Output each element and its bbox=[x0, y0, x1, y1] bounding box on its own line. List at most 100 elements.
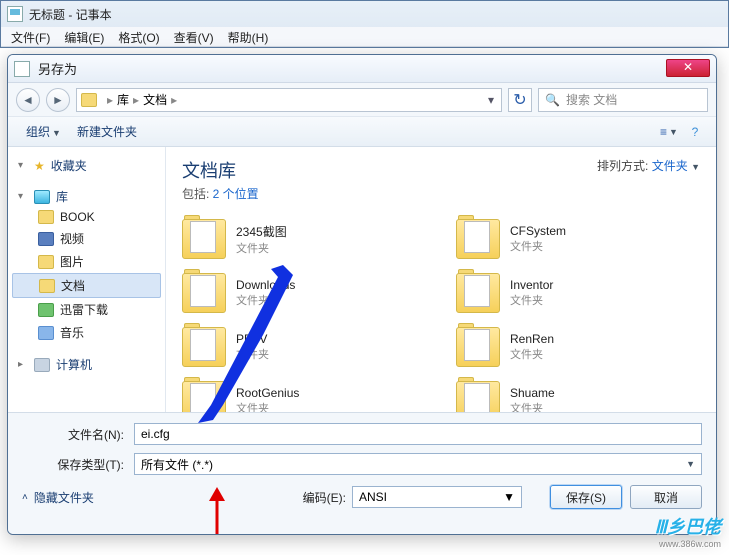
sidebar-item-documents[interactable]: 文档 bbox=[12, 273, 161, 298]
organize-button[interactable]: 组织▼ bbox=[18, 120, 69, 143]
folder-icon bbox=[456, 327, 500, 367]
menu-view[interactable]: 查看(V) bbox=[168, 27, 220, 46]
folder-type: 文件夹 bbox=[236, 292, 295, 308]
bottom-panel: 文件名(N): 保存类型(T): 所有文件 (*.*) ▼ ˄ 隐藏文件夹 编码… bbox=[8, 412, 716, 534]
folder-item[interactable]: 2345截图文件夹 bbox=[182, 214, 426, 264]
sidebar-item-pictures[interactable]: 图片 bbox=[8, 250, 165, 273]
cancel-button[interactable]: 取消 bbox=[630, 485, 702, 509]
folder-item[interactable]: CFSystem文件夹 bbox=[456, 214, 700, 264]
folder-type: 文件夹 bbox=[510, 238, 566, 254]
view-options-button[interactable]: ≡▼ bbox=[658, 121, 680, 143]
notepad-menubar: 文件(F) 编辑(E) 格式(O) 查看(V) 帮助(H) bbox=[1, 27, 728, 47]
download-icon bbox=[38, 303, 54, 317]
folder-icon bbox=[182, 219, 226, 259]
sidebar: ▾ ★ 收藏夹 ▾ 库 BOOK 视频 图片 文档 迅雷下载 音乐 bbox=[8, 147, 166, 412]
folder-type: 文件夹 bbox=[510, 346, 554, 362]
chevron-down-icon: ▼ bbox=[686, 459, 695, 469]
dialog-icon bbox=[14, 61, 30, 77]
nav-back-button[interactable]: ◄ bbox=[16, 88, 40, 112]
encoding-label: 编码(E): bbox=[303, 489, 346, 506]
folder-icon bbox=[182, 381, 226, 412]
sidebar-computer[interactable]: ▸ 计算机 bbox=[8, 354, 165, 375]
pictures-icon bbox=[38, 255, 54, 269]
folder-item[interactable]: PPTV文件夹 bbox=[182, 322, 426, 372]
notepad-window: 无标题 - 记事本 文件(F) 编辑(E) 格式(O) 查看(V) 帮助(H) bbox=[0, 0, 729, 48]
folder-item[interactable]: Downloads文件夹 bbox=[182, 268, 426, 318]
menu-help[interactable]: 帮助(H) bbox=[222, 27, 275, 46]
breadcrumb[interactable]: ▸ 库 ▸ 文档 ▸ ▾ bbox=[76, 88, 502, 112]
save-button[interactable]: 保存(S) bbox=[550, 485, 622, 509]
folder-icon bbox=[38, 210, 54, 224]
search-input[interactable]: 🔍 搜索 文档 bbox=[538, 88, 708, 112]
breadcrumb-root[interactable]: 库 bbox=[117, 91, 129, 108]
folder-type: 文件夹 bbox=[510, 292, 553, 308]
folder-item[interactable]: RootGenius文件夹 bbox=[182, 376, 426, 412]
new-folder-button[interactable]: 新建文件夹 bbox=[69, 120, 145, 143]
arrange-by[interactable]: 排列方式: 文件夹 ▼ bbox=[597, 157, 700, 174]
breadcrumb-dropdown[interactable]: ▾ bbox=[483, 91, 499, 109]
saveas-dialog: 另存为 ✕ ◄ ► ▸ 库 ▸ 文档 ▸ ▾ ↻ 🔍 搜索 文档 组织▼ 新建文… bbox=[7, 54, 717, 535]
library-icon bbox=[81, 93, 97, 107]
hide-folders-button[interactable]: ˄ 隐藏文件夹 bbox=[22, 489, 94, 506]
folder-type: 文件夹 bbox=[236, 346, 269, 362]
chevron-down-icon: ▾ bbox=[18, 191, 28, 202]
close-button[interactable]: ✕ bbox=[666, 59, 710, 77]
filetype-label: 保存类型(T): bbox=[22, 456, 134, 473]
libraries-icon bbox=[34, 190, 50, 204]
sidebar-item-book[interactable]: BOOK bbox=[8, 207, 165, 227]
folder-item[interactable]: RenRen文件夹 bbox=[456, 322, 700, 372]
help-button[interactable]: ? bbox=[684, 121, 706, 143]
search-placeholder: 搜索 文档 bbox=[566, 91, 617, 108]
encoding-select[interactable]: ANSI ▼ bbox=[352, 486, 522, 508]
sidebar-item-xunlei[interactable]: 迅雷下载 bbox=[8, 298, 165, 321]
notepad-icon bbox=[7, 6, 23, 22]
nav-row: ◄ ► ▸ 库 ▸ 文档 ▸ ▾ ↻ 🔍 搜索 文档 bbox=[8, 83, 716, 117]
folder-type: 文件夹 bbox=[236, 240, 287, 256]
folder-name: PPTV bbox=[236, 332, 269, 346]
content-title: 文档库 bbox=[182, 157, 259, 183]
folder-name: Downloads bbox=[236, 278, 295, 292]
folder-icon bbox=[182, 273, 226, 313]
filetype-select[interactable]: 所有文件 (*.*) ▼ bbox=[134, 453, 702, 475]
folder-name: Shuame bbox=[510, 386, 555, 400]
chevron-right-icon: ▸ bbox=[103, 93, 117, 107]
sidebar-libraries[interactable]: ▾ 库 bbox=[8, 186, 165, 207]
star-icon: ★ bbox=[34, 159, 45, 173]
locations-link[interactable]: 2 个位置 bbox=[213, 187, 259, 201]
content-subtitle: 包括: 2 个位置 bbox=[182, 185, 259, 202]
chevron-right-icon: ▸ bbox=[18, 359, 28, 370]
folder-icon bbox=[182, 327, 226, 367]
chevron-up-icon: ˄ bbox=[22, 492, 28, 503]
menu-edit[interactable]: 编辑(E) bbox=[58, 27, 110, 46]
sidebar-item-music[interactable]: 音乐 bbox=[8, 321, 165, 344]
folder-name: CFSystem bbox=[510, 224, 566, 238]
breadcrumb-current[interactable]: 文档 bbox=[143, 91, 167, 108]
chevron-right-icon: ▸ bbox=[129, 93, 143, 107]
sidebar-favorites[interactable]: ▾ ★ 收藏夹 bbox=[8, 155, 165, 176]
folder-name: Inventor bbox=[510, 278, 553, 292]
notepad-title: 无标题 - 记事本 bbox=[29, 6, 112, 23]
folder-name: 2345截图 bbox=[236, 223, 287, 240]
nav-forward-button[interactable]: ► bbox=[46, 88, 70, 112]
folder-icon bbox=[456, 381, 500, 412]
menu-format[interactable]: 格式(O) bbox=[112, 27, 165, 46]
dialog-title: 另存为 bbox=[38, 59, 77, 78]
chevron-down-icon: ▾ bbox=[18, 160, 28, 171]
chevron-down-icon: ▼ bbox=[503, 490, 515, 504]
dialog-titlebar: 另存为 ✕ bbox=[8, 55, 716, 83]
watermark: Ⅲ乡巴佬 www.386w.com bbox=[655, 513, 721, 549]
folder-icon bbox=[456, 273, 500, 313]
folder-type: 文件夹 bbox=[236, 400, 299, 412]
documents-icon bbox=[39, 279, 55, 293]
filename-input[interactable] bbox=[134, 423, 702, 445]
chevron-right-icon: ▸ bbox=[167, 93, 181, 107]
notepad-titlebar: 无标题 - 记事本 bbox=[1, 1, 728, 27]
folder-name: RenRen bbox=[510, 332, 554, 346]
chevron-down-icon: ▼ bbox=[691, 162, 700, 172]
sidebar-item-videos[interactable]: 视频 bbox=[8, 227, 165, 250]
menu-file[interactable]: 文件(F) bbox=[5, 27, 56, 46]
folder-item[interactable]: Shuame文件夹 bbox=[456, 376, 700, 412]
search-icon: 🔍 bbox=[545, 93, 560, 107]
refresh-button[interactable]: ↻ bbox=[508, 88, 532, 112]
folder-item[interactable]: Inventor文件夹 bbox=[456, 268, 700, 318]
